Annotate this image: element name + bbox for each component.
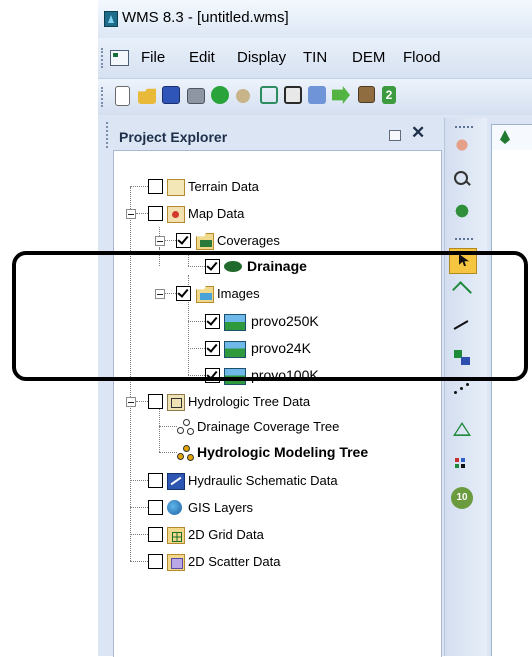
help-icon[interactable]: 2: [382, 86, 396, 104]
grid-data-icon: [167, 527, 185, 544]
tree-item-terrain-data[interactable]: Terrain Data: [188, 179, 259, 195]
terrain-data-checkbox[interactable]: [148, 179, 163, 194]
tree-item-2d-scatter-data[interactable]: 2D Scatter Data: [188, 554, 281, 570]
tree-branch: [130, 480, 148, 482]
tree-branch: [164, 240, 176, 242]
select-point-icon[interactable]: [451, 455, 473, 477]
menu-grip[interactable]: [101, 48, 106, 68]
save-icon[interactable]: [162, 86, 180, 104]
tree-branch: [130, 561, 148, 563]
zoom-extents-icon[interactable]: [284, 86, 302, 104]
menu-tin[interactable]: TIN: [303, 49, 327, 66]
hydraulic-schematic-checkbox[interactable]: [148, 473, 163, 488]
document-menu-icon[interactable]: [110, 50, 129, 66]
collapse-hydrologic-tree-toggle[interactable]: [126, 397, 136, 407]
close-icon[interactable]: ✕: [411, 124, 425, 141]
tree-item-2d-grid-data[interactable]: 2D Grid Data: [188, 527, 264, 543]
new-icon[interactable]: [115, 86, 130, 106]
gis-layers-checkbox[interactable]: [148, 500, 163, 515]
collapse-map-data-toggle[interactable]: [126, 209, 136, 219]
tree-icon: [177, 445, 194, 461]
toolbar-grip[interactable]: [101, 87, 106, 107]
tree-item-hydraulic-schematic-data[interactable]: Hydraulic Schematic Data: [188, 473, 338, 489]
create-vertex-icon[interactable]: [451, 381, 473, 403]
restore-icon[interactable]: [389, 130, 401, 141]
globe-icon: [167, 500, 182, 515]
2d-scatter-data-checkbox[interactable]: [148, 554, 163, 569]
menu-edit[interactable]: Edit: [189, 49, 215, 66]
tree-branch: [136, 213, 148, 215]
map-data-checkbox[interactable]: [148, 206, 163, 221]
tree-branch: [130, 507, 148, 509]
hydraulic-schematic-icon: [167, 473, 185, 490]
properties-icon[interactable]: [358, 86, 375, 103]
hydrologic-tree-data-checkbox[interactable]: [148, 394, 163, 409]
tool-10-icon[interactable]: 10: [451, 487, 473, 509]
project-explorer-title: Project Explorer: [119, 129, 228, 145]
tree-branch: [130, 534, 148, 536]
triangle-tool-icon[interactable]: [451, 418, 473, 440]
document-tab[interactable]: [491, 124, 532, 151]
scatter-data-icon: [167, 554, 185, 571]
menu-flood[interactable]: Flood: [403, 49, 441, 66]
tree-branch: [159, 426, 177, 428]
side-toolbar-grip-2[interactable]: [455, 238, 473, 242]
side-toolbar-grip[interactable]: [455, 126, 473, 130]
frame-icon[interactable]: [260, 86, 278, 104]
tree-item-coverages[interactable]: Coverages: [217, 233, 280, 249]
collapse-coverages-toggle[interactable]: [155, 236, 165, 246]
grid-icon[interactable]: [308, 86, 326, 104]
rotate-tool-icon[interactable]: [451, 200, 473, 222]
find-icon[interactable]: [236, 89, 250, 103]
menu-display[interactable]: Display: [237, 49, 286, 66]
map-data-icon: [167, 206, 185, 223]
menu-dem[interactable]: DEM: [352, 49, 385, 66]
window-title: WMS 8.3 - [untitled.wms]: [122, 9, 289, 26]
wms-app-icon: [104, 11, 118, 27]
2d-grid-data-checkbox[interactable]: [148, 527, 163, 542]
tree-item-map-data[interactable]: Map Data: [188, 206, 244, 222]
tree-item-hydrologic-tree-data[interactable]: Hydrologic Tree Data: [188, 394, 310, 410]
graphics-window[interactable]: [491, 150, 532, 656]
tree-branch: [159, 452, 177, 454]
tree-item-drainage-coverage-tree[interactable]: Drainage Coverage Tree: [197, 419, 339, 435]
explorer-grip[interactable]: [106, 122, 111, 148]
go-icon[interactable]: [211, 86, 229, 104]
coverages-checkbox[interactable]: [176, 233, 191, 248]
hydrologic-tree-data-icon: [167, 394, 185, 411]
tree-item-hydrologic-modeling-tree[interactable]: Hydrologic Modeling Tree: [197, 444, 368, 460]
tree-icon: [177, 419, 194, 435]
tree-line-hydro: [159, 407, 161, 452]
terrain-data-icon: [167, 179, 185, 196]
highlight-annotation: [12, 251, 528, 381]
print-icon[interactable]: [187, 88, 205, 104]
menu-file[interactable]: File: [141, 49, 165, 66]
tree-branch: [136, 401, 148, 403]
tree-branch: [130, 186, 148, 188]
pan-tool-icon[interactable]: [451, 134, 473, 156]
zoom-tool-icon[interactable]: [451, 168, 473, 190]
drop-icon: [500, 130, 510, 144]
tree-item-gis-layers[interactable]: GIS Layers: [188, 500, 253, 516]
